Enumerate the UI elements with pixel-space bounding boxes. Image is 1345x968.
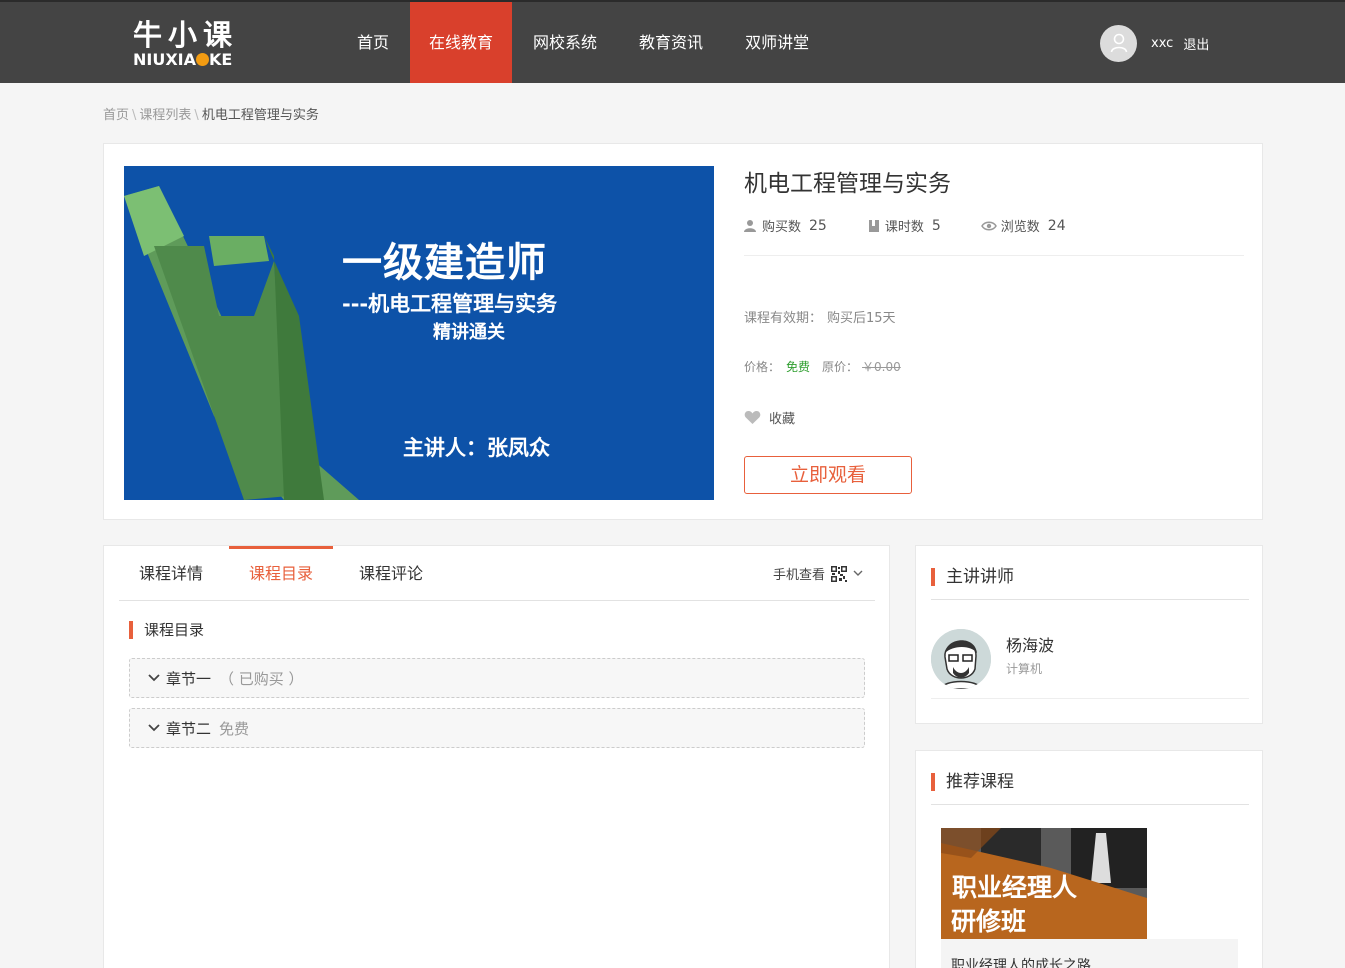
teacher-panel-header: 主讲讲师: [931, 566, 1249, 600]
teacher-dept: 计算机: [1006, 662, 1043, 676]
chapter-tag: （ 已购买 ）: [219, 669, 304, 688]
teacher-panel: 主讲讲师 杨海波 计算机: [915, 545, 1263, 724]
cover-line3: 精讲通关: [433, 322, 505, 343]
validity-value: 购买后15天: [827, 311, 896, 326]
stat-views-value: 24: [1047, 217, 1066, 234]
chapter-tag: 免费: [219, 719, 250, 738]
mobile-view-toggle[interactable]: 手机查看: [773, 564, 863, 583]
tab-course-catalog[interactable]: 课程目录: [229, 546, 333, 600]
recommend-course-image[interactable]: 职业经理人 研修班: [941, 828, 1147, 939]
breadcrumb: 首页 \ 课程列表 \ 机电工程管理与实务: [103, 104, 319, 123]
nav-dual-teacher[interactable]: 双师讲堂: [724, 2, 830, 83]
stat-lessons-value: 5: [931, 217, 941, 234]
course-stats: 购买数 25 课时数 5 浏览数 24: [744, 216, 1106, 235]
logo-cn: 牛小课: [133, 18, 239, 52]
crumb-list[interactable]: 课程列表: [139, 108, 191, 123]
stat-buyers: 购买数 25: [744, 216, 827, 235]
stat-lessons-label: 课时数: [884, 220, 924, 235]
nav-edu-news[interactable]: 教育资讯: [618, 2, 724, 83]
crumb-current: 机电工程管理与实务: [201, 108, 319, 123]
stat-views: 浏览数 24: [980, 216, 1066, 235]
price-label: 价格：: [744, 360, 781, 374]
stat-lessons: 课时数 5: [867, 216, 941, 235]
cover-line4: 主讲人：张凤众: [403, 436, 550, 460]
orig-price-value: ￥0.00: [862, 360, 901, 374]
teacher-avatar[interactable]: [931, 629, 991, 689]
tab-course-comments[interactable]: 课程评论: [339, 546, 443, 600]
recommend-image-line1: 职业经理人: [952, 873, 1078, 902]
accent-bar: [931, 773, 935, 791]
user-avatar-icon[interactable]: [1100, 24, 1137, 62]
main-nav: 首页 在线教育 网校系统 教育资讯 双师讲堂: [336, 2, 830, 83]
crumb-sep: \: [132, 108, 137, 123]
stat-buyers-label: 购买数: [762, 220, 802, 235]
course-cover-image: 一级建造师 ---机电工程管理与实务 精讲通关 主讲人：张凤众: [124, 166, 714, 500]
course-price: 价格： 免费 原价： ￥0.00: [744, 358, 901, 375]
recommend-course-caption[interactable]: 职业经理人的成长之路: [941, 939, 1238, 968]
teacher-panel-title: 主讲讲师: [946, 567, 1014, 587]
watch-now-button[interactable]: 立即观看: [744, 456, 912, 494]
chapter-name: 章节二: [166, 719, 212, 738]
accent-bar: [931, 568, 935, 586]
tab-course-detail[interactable]: 课程详情: [119, 546, 223, 600]
chevron-down-icon: [853, 570, 863, 576]
chapter-item[interactable]: 章节二 免费: [129, 708, 865, 748]
username[interactable]: xxc: [1151, 36, 1173, 51]
mobile-view-label: 手机查看: [773, 568, 826, 583]
qr-code-icon: [831, 565, 848, 582]
tab-bar: 课程详情 课程目录 课程评论 手机查看: [119, 546, 875, 601]
user-area: xxc 退出: [1100, 24, 1209, 62]
orig-price-label: 原价：: [822, 360, 859, 374]
divider: [931, 698, 1249, 699]
top-header: 牛小课 NIUXIA KE 首页 在线教育 网校系统 教育资讯 双师讲堂 xxc …: [0, 0, 1345, 83]
logo-en: NIUXIA KE: [133, 50, 233, 69]
teacher-name[interactable]: 杨海波: [1006, 632, 1054, 656]
logout-link[interactable]: 退出: [1183, 34, 1209, 53]
course-title: 机电工程管理与实务: [744, 171, 951, 197]
chapter-item[interactable]: 章节一 （ 已购买 ）: [129, 658, 865, 698]
buyers-icon: [744, 219, 756, 232]
favorite-label: 收藏: [769, 412, 796, 427]
recommend-image-line2: 研修班: [951, 907, 1027, 936]
course-tabs-panel: 课程详情 课程目录 课程评论 手机查看 课程目录 章节一 （ 已购买 ） 章节二: [103, 545, 890, 968]
chevron-down-icon: [148, 674, 160, 682]
recommend-panel-title: 推荐课程: [946, 772, 1014, 792]
validity-label: 课程有效期：: [744, 311, 823, 326]
recommend-panel-header: 推荐课程: [931, 771, 1249, 805]
favorite-button[interactable]: 收藏: [744, 408, 795, 427]
site-logo[interactable]: 牛小课 NIUXIA KE: [133, 20, 245, 74]
heart-icon: [744, 411, 761, 424]
chevron-down-icon: [148, 724, 160, 732]
course-info-card: 一级建造师 ---机电工程管理与实务 精讲通关 主讲人：张凤众 机电工程管理与实…: [103, 143, 1263, 520]
views-icon: [980, 221, 997, 230]
cover-line2: ---机电工程管理与实务: [342, 292, 558, 316]
recommend-panel: 推荐课程 职业经理人 研修班 职业经理人的成长之路: [915, 750, 1263, 968]
crumb-home[interactable]: 首页: [103, 108, 129, 123]
catalog-section-title: 课程目录: [129, 621, 204, 639]
price-value: 免费: [786, 360, 811, 374]
stat-views-label: 浏览数: [1000, 220, 1040, 235]
course-validity: 课程有效期： 购买后15天: [744, 307, 896, 326]
logo-dot-icon: [196, 53, 210, 66]
nav-school-system[interactable]: 网校系统: [512, 2, 618, 83]
cover-line1: 一级建造师: [342, 240, 547, 286]
nav-home[interactable]: 首页: [336, 2, 410, 83]
chapter-name: 章节一: [166, 669, 212, 688]
lessons-icon: [868, 219, 879, 232]
crumb-sep: \: [194, 108, 199, 123]
stat-buyers-value: 25: [809, 217, 827, 234]
divider: [744, 255, 1244, 256]
nav-online-edu[interactable]: 在线教育: [410, 2, 513, 83]
